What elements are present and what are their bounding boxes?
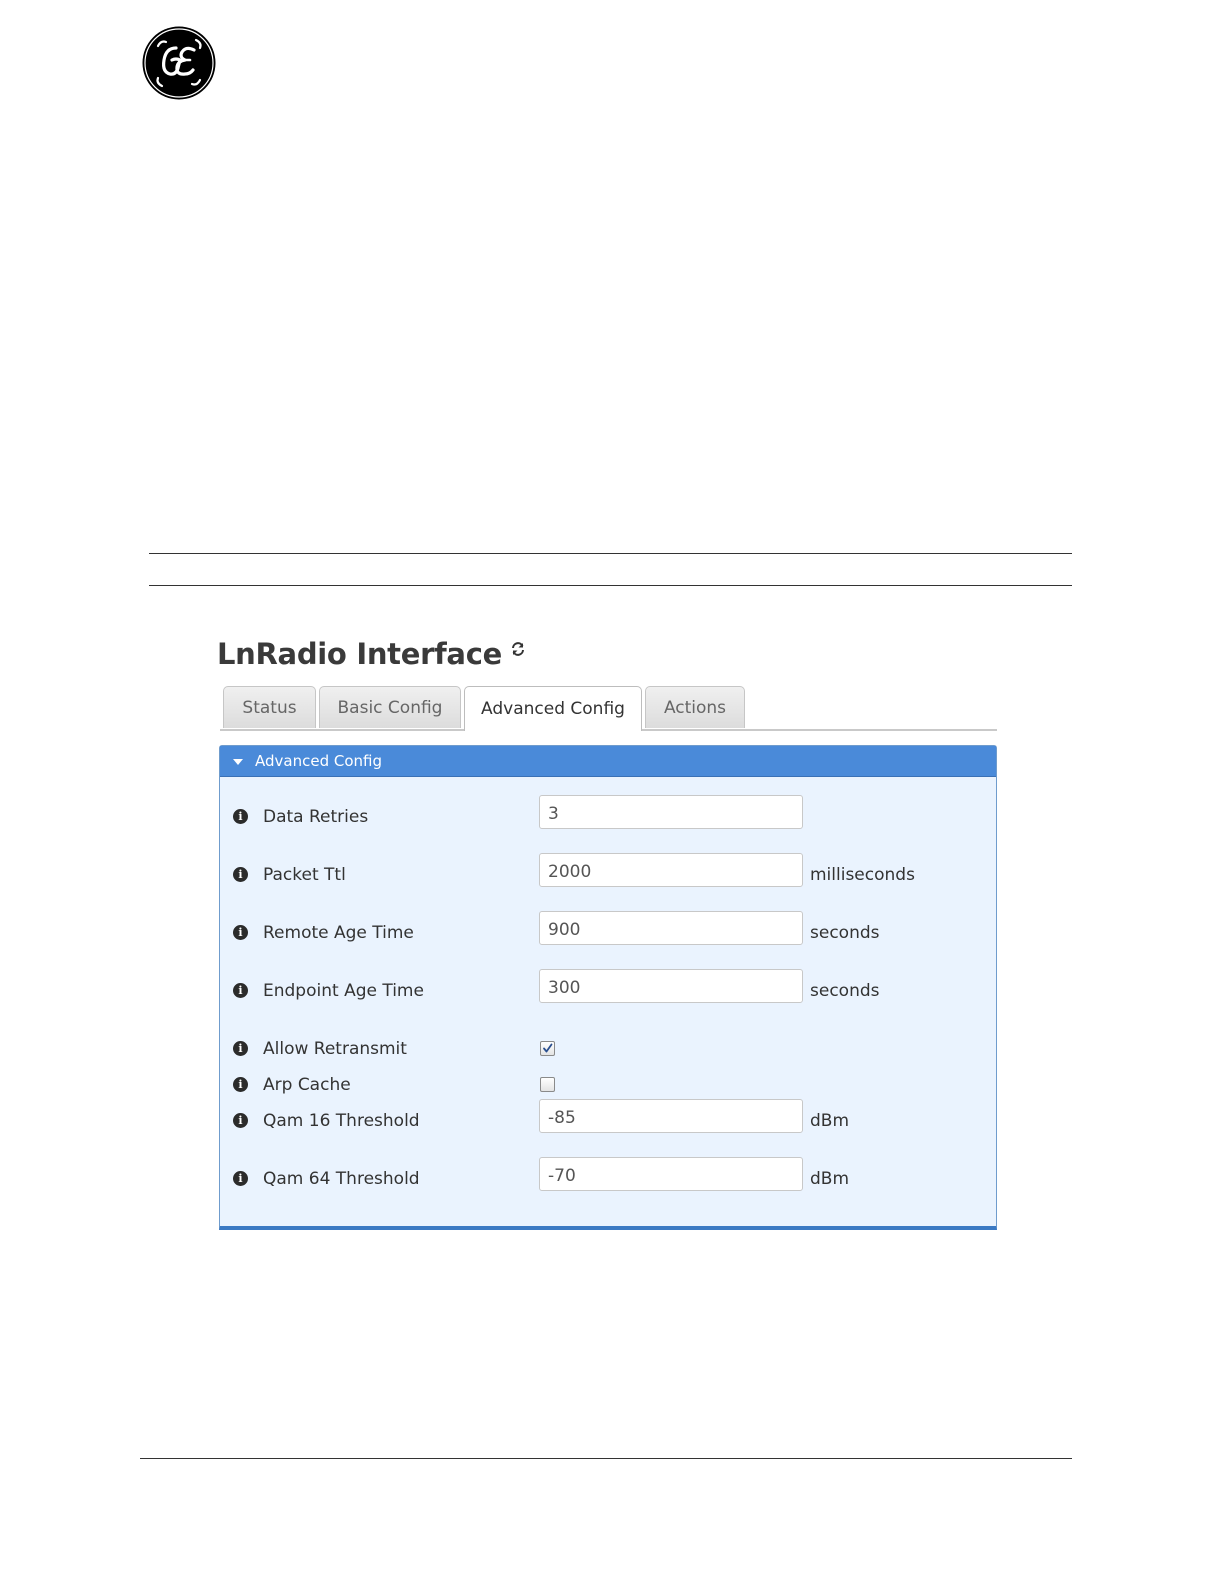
remote-age-time-input[interactable] [539, 911, 803, 945]
header-rule-top [149, 553, 1072, 554]
title-row: LnRadio Interface [217, 632, 526, 676]
tab-actions[interactable]: Actions [645, 686, 745, 728]
panel-title: Advanced Config [255, 752, 382, 770]
field-label: Packet Ttl [263, 865, 346, 885]
field-row-qam16-threshold: i Qam 16 Threshold dBm [220, 1099, 996, 1147]
field-label: Endpoint Age Time [263, 981, 424, 1001]
info-icon[interactable]: i [233, 983, 248, 998]
ge-logo [142, 26, 216, 100]
header-rule-bottom [149, 585, 1072, 586]
info-icon[interactable]: i [233, 1113, 248, 1128]
refresh-icon[interactable] [510, 641, 526, 657]
field-label: Allow Retransmit [263, 1039, 407, 1059]
info-icon[interactable]: i [233, 809, 248, 824]
unit-label: milliseconds [810, 865, 915, 885]
packet-ttl-input[interactable] [539, 853, 803, 887]
field-label: Qam 64 Threshold [263, 1169, 420, 1189]
field-label: Qam 16 Threshold [263, 1111, 420, 1131]
info-icon[interactable]: i [233, 925, 248, 940]
lnradio-interface-screenshot: LnRadio Interface Status Basic Config Ad… [217, 630, 999, 1232]
unit-label: seconds [810, 981, 880, 1001]
info-icon[interactable]: i [233, 1041, 248, 1056]
caret-down-icon [233, 758, 243, 765]
info-icon[interactable]: i [233, 867, 248, 882]
field-row-endpoint-age-time: i Endpoint Age Time seconds [220, 969, 996, 1017]
unit-label: dBm [810, 1169, 850, 1189]
unit-label: seconds [810, 923, 880, 943]
field-row-packet-ttl: i Packet Ttl milliseconds [220, 853, 996, 901]
allow-retransmit-checkbox[interactable] [540, 1041, 555, 1056]
field-label: Arp Cache [263, 1075, 351, 1095]
qam64-threshold-input[interactable] [539, 1157, 803, 1191]
endpoint-age-time-input[interactable] [539, 969, 803, 1003]
tab-advanced-config[interactable]: Advanced Config [464, 686, 642, 731]
ge-monogram-icon [142, 26, 216, 100]
info-icon[interactable]: i [233, 1171, 248, 1186]
unit-label: dBm [810, 1111, 850, 1131]
data-retries-input[interactable] [539, 795, 803, 829]
check-icon [543, 1043, 553, 1053]
page-title: LnRadio Interface [217, 637, 502, 671]
advanced-config-panel: Advanced Config i Data Retries i Packet … [219, 745, 997, 1230]
panel-header[interactable]: Advanced Config [220, 746, 996, 777]
tab-basic-config[interactable]: Basic Config [319, 686, 461, 728]
qam16-threshold-input[interactable] [539, 1099, 803, 1133]
field-label: Data Retries [263, 807, 369, 827]
arp-cache-checkbox[interactable] [540, 1077, 555, 1092]
field-row-remote-age-time: i Remote Age Time seconds [220, 911, 996, 959]
info-icon[interactable]: i [233, 1077, 248, 1092]
field-row-qam64-threshold: i Qam 64 Threshold dBm [220, 1157, 996, 1205]
tab-bar: Status Basic Config Advanced Config Acti… [220, 686, 997, 731]
tab-status[interactable]: Status [223, 686, 316, 728]
footer-rule [140, 1458, 1072, 1459]
field-label: Remote Age Time [263, 923, 414, 943]
field-row-data-retries: i Data Retries [220, 795, 996, 843]
document-page: LnRadio Interface Status Basic Config Ad… [0, 0, 1224, 1584]
field-row-allow-retransmit: i Allow Retransmit [220, 1039, 996, 1075]
